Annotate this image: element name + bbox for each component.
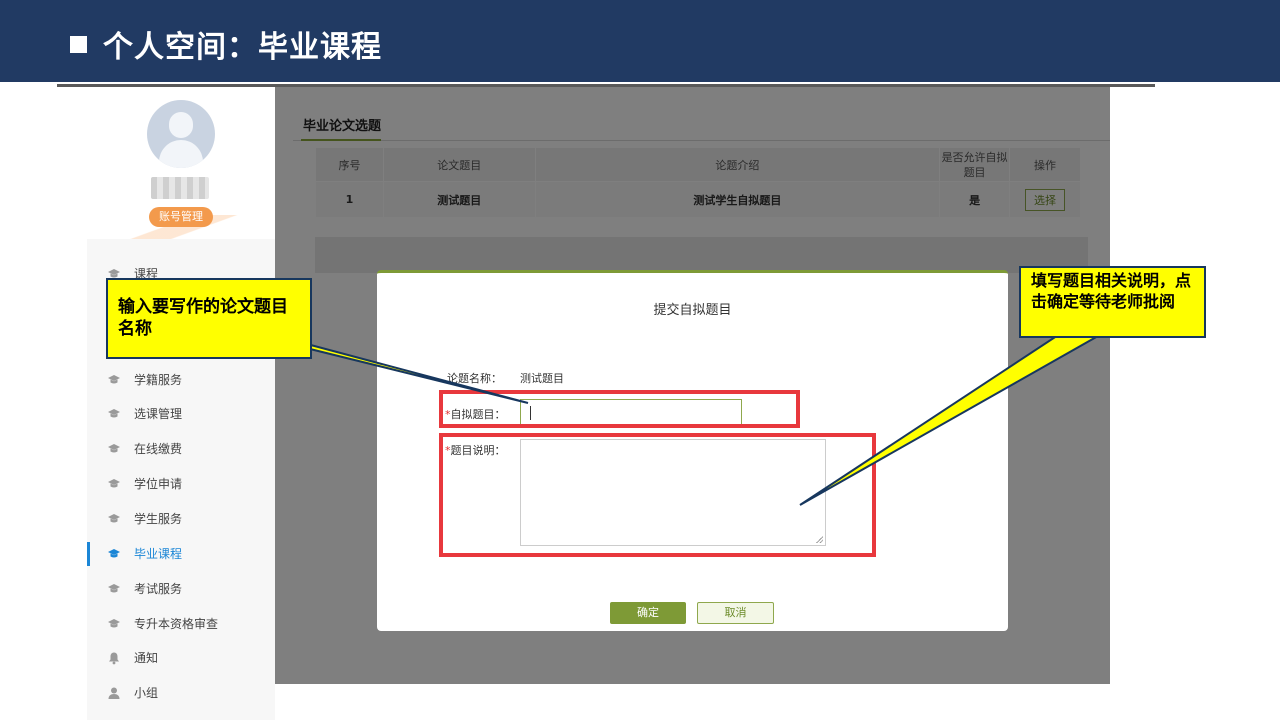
topic-name-label: 论题名称： [447, 372, 502, 385]
callout-fill-description: 填写题目相关说明，点击确定等待老师批阅 [1019, 266, 1206, 338]
avatar[interactable] [147, 100, 215, 168]
callout-enter-title: 输入要写作的论文题目名称 [106, 278, 312, 359]
confirm-button[interactable]: 确定 [610, 602, 686, 624]
graduation-cap-icon [108, 409, 120, 418]
sidebar-item-label: 学籍服务 [134, 373, 183, 387]
account-management-button[interactable]: 账号管理 [149, 207, 213, 227]
graduation-cap-icon [108, 619, 120, 628]
graduation-cap-icon [108, 444, 120, 453]
slide-title-text: 个人空间：毕业课程 [103, 30, 382, 65]
user-icon [108, 687, 120, 699]
description-highlight [439, 433, 876, 557]
active-indicator [87, 542, 90, 566]
bell-icon [109, 652, 119, 665]
sidebar-item-student-services[interactable]: 学生服务 [87, 507, 275, 531]
sidebar-item-upgrade-review[interactable]: 专升本资格审查 [87, 612, 275, 636]
blurred-username [151, 177, 209, 199]
graduation-cap-icon [108, 584, 120, 593]
sidebar-item-label: 毕业课程 [134, 547, 183, 561]
graduation-cap-icon [108, 375, 120, 384]
sidebar-item-graduation-courses[interactable]: 毕业课程 [87, 542, 275, 566]
sidebar-item-label: 学生服务 [134, 512, 183, 526]
sidebar-item-online-payment[interactable]: 在线缴费 [87, 437, 275, 461]
sidebar: 账号管理 课程 学籍服务 选课管理 在线缴费 学位申请 学生服务 毕业课程 考试… [87, 87, 275, 720]
avatar-head [169, 112, 193, 138]
profile-card: 账号管理 [87, 87, 275, 239]
slide-title: 个人空间：毕业课程 [70, 22, 382, 66]
dialog-title: 提交自拟题目 [653, 303, 732, 318]
sidebar-item-label: 专升本资格审查 [134, 617, 219, 631]
graduation-cap-icon [108, 479, 120, 488]
sidebar-item-label: 通知 [134, 651, 159, 665]
sidebar-item-notifications[interactable]: 通知 [87, 646, 275, 670]
sidebar-item-label: 在线缴费 [134, 442, 183, 456]
square-bullet-icon [70, 36, 87, 53]
sidebar-item-groups[interactable]: 小组 [87, 681, 275, 705]
sidebar-item-label: 选课管理 [134, 407, 183, 421]
graduation-cap-icon [108, 549, 120, 558]
sidebar-item-enrollment[interactable]: 学籍服务 [87, 368, 275, 392]
topic-name-value: 测试题目 [520, 372, 564, 385]
avatar-body [159, 140, 203, 168]
sidebar-item-exam-services[interactable]: 考试服务 [87, 577, 275, 601]
slide: 个人空间：毕业课程 账号管理 课程 学籍服务 选课管理 在线缴费 学位申请 学生… [0, 0, 1280, 720]
sidebar-item-label: 小组 [134, 686, 159, 700]
sidebar-item-label: 学位申请 [134, 477, 183, 491]
sidebar-item-label: 考试服务 [134, 582, 183, 596]
custom-title-highlight [439, 390, 800, 428]
graduation-cap-icon [108, 514, 120, 523]
cancel-button[interactable]: 取消 [697, 602, 774, 624]
sidebar-item-degree-application[interactable]: 学位申请 [87, 472, 275, 496]
slide-header: 个人空间：毕业课程 [0, 0, 1280, 82]
sidebar-item-course-selection[interactable]: 选课管理 [87, 402, 275, 426]
